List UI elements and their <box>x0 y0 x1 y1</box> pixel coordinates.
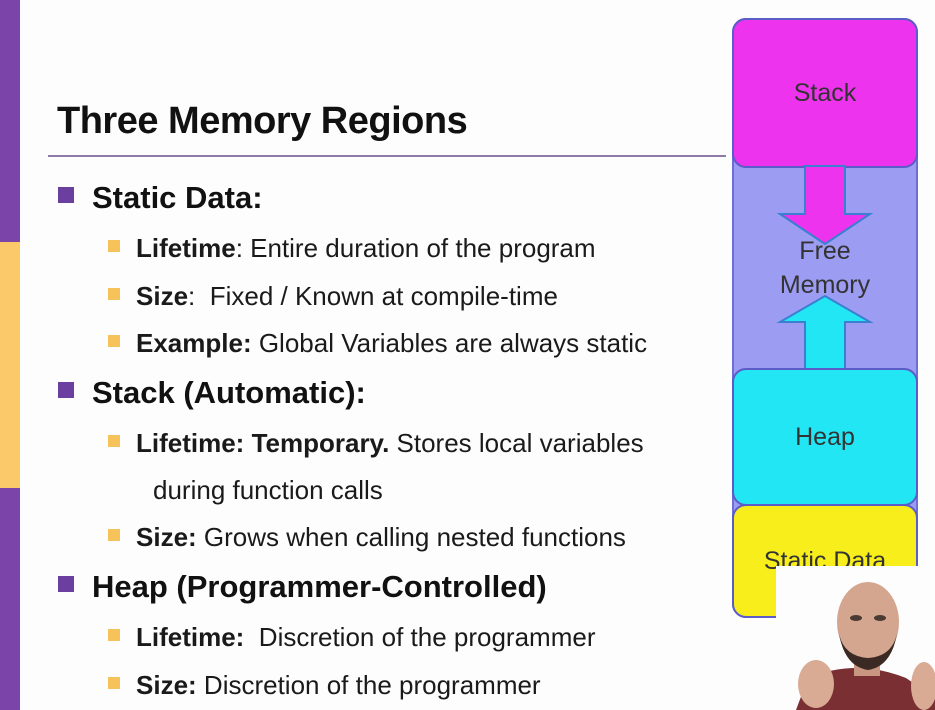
list-item: Size: Grows when calling nested function… <box>108 522 626 553</box>
bullet-square-icon <box>58 382 74 398</box>
slide-title: Three Memory Regions <box>57 100 468 142</box>
list-item: Lifetime: Temporary. Stores local variab… <box>108 428 644 459</box>
heap-grows-up-arrow <box>776 294 874 371</box>
bullet-square-icon <box>58 576 74 592</box>
free-label-line1: Free <box>799 237 851 265</box>
free-label-line2: Memory <box>779 271 871 299</box>
stack-grows-down-arrow <box>776 165 874 246</box>
heap-region: Heap <box>732 368 918 506</box>
sidebar-gold-middle <box>0 242 20 488</box>
list-item: Lifetime: Entire duration of the program <box>108 233 596 264</box>
bullet-square-icon <box>108 677 120 689</box>
item-text: Discretion of the programmer <box>196 670 541 700</box>
sidebar-purple-bottom <box>0 488 20 710</box>
list-item: Lifetime: Discretion of the programmer <box>108 622 595 653</box>
heap-region-label: Heap <box>795 422 855 451</box>
free-memory-label: Free Memory <box>732 234 918 302</box>
bullet-square-icon <box>58 187 74 203</box>
bullet-square-icon <box>108 629 120 641</box>
presenter-image <box>776 566 935 710</box>
sidebar-purple-top <box>0 0 20 242</box>
section-heading: Stack (Automatic): <box>92 375 366 410</box>
item-label: Size <box>136 281 189 311</box>
bullet-square-icon <box>108 288 120 300</box>
bullet-square-icon <box>108 240 120 252</box>
title-divider <box>48 155 726 157</box>
section-heading: Heap (Programmer-Controlled) <box>92 569 547 604</box>
list-item: Size: Fixed / Known at compile-time <box>108 281 558 312</box>
bullet-square-icon <box>108 529 120 541</box>
section-heading: Static Data: <box>92 180 263 215</box>
item-label: Lifetime: Temporary. <box>136 428 390 458</box>
item-label: Lifetime: <box>136 622 245 652</box>
item-label: Example: <box>136 328 252 358</box>
slide-sidebar-accent <box>0 0 20 710</box>
item-text: Grows when calling nested functions <box>196 522 626 552</box>
item-text: Discretion of the programmer <box>244 622 596 652</box>
item-label: Lifetime <box>136 233 236 263</box>
bullet-square-icon <box>108 435 120 447</box>
section-heap: Heap (Programmer-Controlled) <box>58 569 547 605</box>
item-label: Size: <box>136 670 197 700</box>
bullet-square-icon <box>108 335 120 347</box>
item-text: Stores local variables <box>389 428 644 458</box>
presenter-webcam-inset <box>776 566 935 710</box>
item-text: : Fixed / Known at compile-time <box>188 281 558 311</box>
list-item: Example: Global Variables are always sta… <box>108 328 647 359</box>
section-stack: Stack (Automatic): <box>58 375 366 411</box>
item-continuation: during function calls <box>153 475 383 505</box>
list-item: Size: Discretion of the programmer <box>108 670 541 701</box>
section-static-data: Static Data: <box>58 180 263 216</box>
memory-layout-diagram: Stack Free Memory Heap Static Data <box>732 18 918 618</box>
item-label: Size: <box>136 522 197 552</box>
item-text: Global Variables are always static <box>251 328 648 358</box>
item-text: : Entire duration of the program <box>235 233 596 263</box>
